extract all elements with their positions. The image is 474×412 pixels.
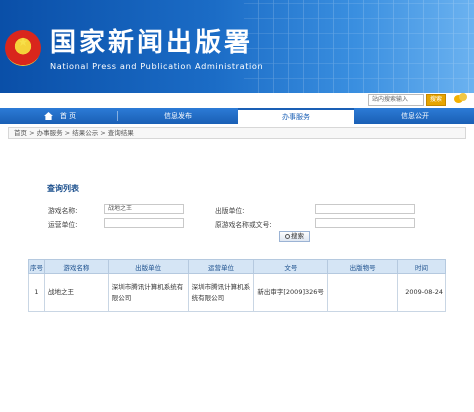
breadcrumb-sep: > — [98, 129, 108, 137]
breadcrumb-results[interactable]: 结果公示 — [72, 129, 98, 137]
breadcrumb: 首页 > 办事服务 > 结果公示 > 查询结果 — [8, 127, 466, 139]
breadcrumb-services[interactable]: 办事服务 — [37, 129, 63, 137]
table-row[interactable]: 1 战地之王 深圳市腾讯计算机系统有限公司 深圳市腾讯计算机系统有限公司 新出审… — [28, 273, 446, 312]
site-search-button[interactable]: 搜索 — [426, 94, 446, 106]
original-name-label: 原游戏名称或文号: — [215, 221, 272, 229]
nav-home[interactable]: 首 页 — [30, 108, 100, 124]
home-icon — [44, 112, 53, 120]
nav-info-release[interactable]: 信息发布 — [118, 108, 238, 124]
col-game: 游戏名称 — [43, 259, 109, 274]
query-search-button[interactable]: 搜索 — [279, 231, 310, 242]
cell-date: 2009-08-24 — [397, 273, 446, 312]
col-operator: 运营单位 — [187, 259, 255, 274]
breadcrumb-current: 查询结果 — [107, 129, 134, 137]
publisher-input[interactable] — [315, 204, 415, 214]
query-search-label: 搜索 — [291, 232, 304, 240]
site-title-cn[interactable]: 国家新闻出版署 — [50, 28, 253, 58]
operator-input[interactable] — [104, 218, 184, 228]
results-table: 序号 游戏名称 出版单位 运营单位 文号 出版物号 时间 1 战地之王 深圳市腾… — [28, 259, 446, 312]
table-header-row: 序号 游戏名称 出版单位 运营单位 文号 出版物号 时间 — [28, 259, 446, 274]
col-pub-no: 出版物号 — [327, 259, 399, 274]
col-date: 时间 — [397, 259, 446, 274]
cell-publisher: 深圳市腾讯计算机系统有限公司 — [107, 273, 189, 312]
query-list-title: 查询列表 — [47, 184, 79, 193]
cell-pub-no — [327, 273, 399, 312]
col-index: 序号 — [28, 259, 45, 274]
publisher-label: 出版单位: — [215, 207, 245, 215]
breadcrumb-sep: > — [62, 129, 73, 137]
site-search-input[interactable]: 站内搜索输入 — [368, 94, 424, 106]
operator-label: 运营单位: — [48, 221, 78, 229]
magnifier-icon — [285, 233, 290, 239]
game-name-label: 游戏名称: — [48, 207, 78, 215]
nav-home-label: 首 页 — [59, 112, 77, 120]
site-title-en: National Press and Publication Administr… — [50, 61, 264, 71]
banner-pattern — [244, 0, 474, 93]
header-banner: ★ 国家新闻出版署 National Press and Publication… — [0, 0, 474, 93]
cell-operator: 深圳市腾讯计算机系统有限公司 — [187, 273, 255, 312]
emblem-star: ★ — [17, 35, 29, 49]
national-emblem-icon: ★ — [5, 30, 41, 66]
nav-services[interactable]: 办事服务 — [238, 108, 354, 124]
original-name-input[interactable] — [315, 218, 415, 228]
col-publisher: 出版单位 — [107, 259, 189, 274]
col-doc-no: 文号 — [253, 259, 329, 274]
weibo-icon[interactable] — [454, 93, 468, 104]
breadcrumb-sep: > — [27, 129, 37, 137]
cell-doc-no: 新出审字[2009]326号 — [253, 273, 329, 312]
breadcrumb-home[interactable]: 首页 — [14, 129, 27, 137]
game-name-input[interactable]: 战地之王 — [104, 204, 184, 214]
nav-info-public[interactable]: 信息公开 — [356, 108, 474, 124]
cell-index: 1 — [28, 273, 45, 312]
main-nav: 首 页 信息发布 办事服务 信息公开 — [0, 108, 474, 124]
cell-game[interactable]: 战地之王 — [43, 273, 109, 312]
